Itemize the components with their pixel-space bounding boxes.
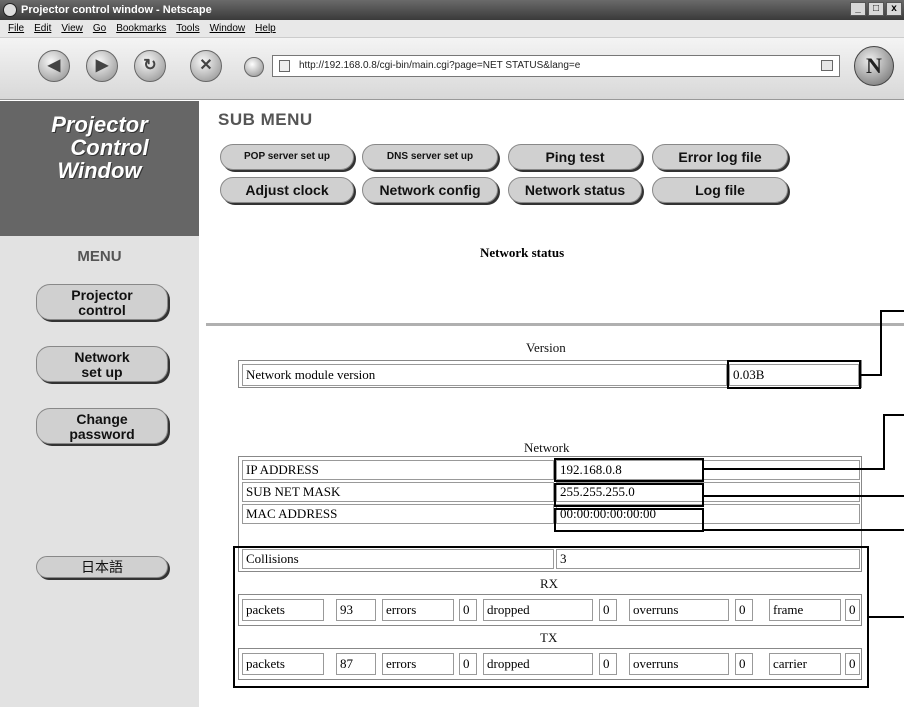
ip-highlight-box — [554, 458, 704, 482]
menu-view[interactable]: View — [61, 23, 83, 34]
network-config-button[interactable]: Network config — [362, 177, 498, 203]
navigation-toolbar: ◀ ▶ ↻ ✕ http://192.168.0.8/cgi-bin/main.… — [0, 38, 904, 100]
window-controls: _ □ x — [850, 2, 902, 16]
maximize-button[interactable]: □ — [868, 2, 884, 16]
callout-line — [883, 414, 885, 470]
reload-icon[interactable]: ↻ — [134, 50, 166, 82]
dns-server-setup-button[interactable]: DNS server set up — [362, 144, 498, 170]
menu-title: MENU — [77, 248, 122, 265]
callout-line — [880, 310, 904, 312]
network-status-button[interactable]: Network status — [508, 177, 642, 203]
url-field[interactable]: http://192.168.0.8/cgi-bin/main.cgi?page… — [272, 55, 840, 77]
back-arrow-icon[interactable]: ◀ — [38, 50, 70, 82]
page-icon — [279, 60, 290, 72]
callout-line — [704, 468, 884, 470]
version-section-title: Version — [526, 340, 566, 355]
title-bar: Projector control window - Netscape _ □ … — [0, 0, 904, 20]
menu-bar: File Edit View Go Bookmarks Tools Window… — [0, 20, 904, 38]
projector-control-button[interactable]: Projector control — [36, 284, 168, 320]
stop-icon[interactable]: ✕ — [190, 50, 222, 82]
log-file-button[interactable]: Log file — [652, 177, 788, 203]
brand-line-1: Projector — [51, 112, 148, 137]
version-label: Network module version — [242, 364, 727, 386]
mac-highlight-box — [554, 508, 704, 532]
callout-line — [883, 414, 904, 416]
go-icon[interactable] — [244, 57, 264, 77]
projector-control-label-2: control — [78, 302, 126, 318]
version-highlight-box — [727, 360, 861, 389]
divider — [206, 323, 904, 326]
change-password-button[interactable]: Change password — [36, 408, 168, 444]
change-password-label-2: password — [69, 426, 135, 442]
callout-line — [861, 374, 881, 376]
network-setup-button[interactable]: Network set up — [36, 346, 168, 382]
url-dropdown-icon[interactable] — [821, 60, 833, 71]
window-title: Projector control window - Netscape — [21, 4, 212, 16]
network-setup-label-1: Network — [74, 349, 130, 365]
callout-line — [869, 616, 904, 618]
change-password-label-1: Change — [76, 411, 128, 427]
forward-arrow-icon[interactable]: ▶ — [86, 50, 118, 82]
callout-line — [704, 495, 904, 497]
menu-file[interactable]: File — [8, 23, 24, 34]
pop-server-setup-button[interactable]: POP server set up — [220, 144, 354, 170]
brand-line-3: Window — [57, 158, 142, 183]
mac-address-label: MAC ADDRESS — [242, 504, 554, 524]
subnet-mask-label: SUB NET MASK — [242, 482, 554, 502]
adjust-clock-button[interactable]: Adjust clock — [220, 177, 354, 203]
subnet-highlight-box — [554, 483, 704, 507]
statistics-highlight-box — [233, 546, 869, 688]
japanese-language-button[interactable]: 日本語 — [36, 556, 168, 578]
submenu-title: SUB MENU — [218, 110, 313, 129]
netscape-logo: N — [854, 46, 894, 86]
callout-line — [880, 310, 882, 376]
brand-line-2: Control — [70, 135, 149, 160]
ping-test-button[interactable]: Ping test — [508, 144, 642, 170]
left-menu: MENU Projector control Network set up Ch… — [0, 236, 199, 707]
menu-help[interactable]: Help — [255, 23, 276, 34]
menu-bookmarks[interactable]: Bookmarks — [116, 23, 166, 34]
callout-line — [704, 529, 904, 531]
error-log-file-button[interactable]: Error log file — [652, 144, 788, 170]
page-title: Network status — [480, 245, 565, 260]
menu-window[interactable]: Window — [210, 23, 246, 34]
network-section-title: Network — [524, 440, 570, 455]
menu-tools[interactable]: Tools — [176, 23, 199, 34]
close-button[interactable]: x — [886, 2, 902, 16]
url-text: http://192.168.0.8/cgi-bin/main.cgi?page… — [299, 60, 581, 71]
projector-control-label-1: Projector — [71, 287, 133, 303]
projector-control-window-logo: Projector Control Window — [0, 101, 199, 236]
menu-edit[interactable]: Edit — [34, 23, 51, 34]
ip-address-label: IP ADDRESS — [242, 460, 554, 480]
menu-go[interactable]: Go — [93, 23, 106, 34]
netscape-app-icon — [3, 3, 17, 17]
network-setup-label-2: set up — [81, 364, 123, 380]
minimize-button[interactable]: _ — [850, 2, 866, 16]
